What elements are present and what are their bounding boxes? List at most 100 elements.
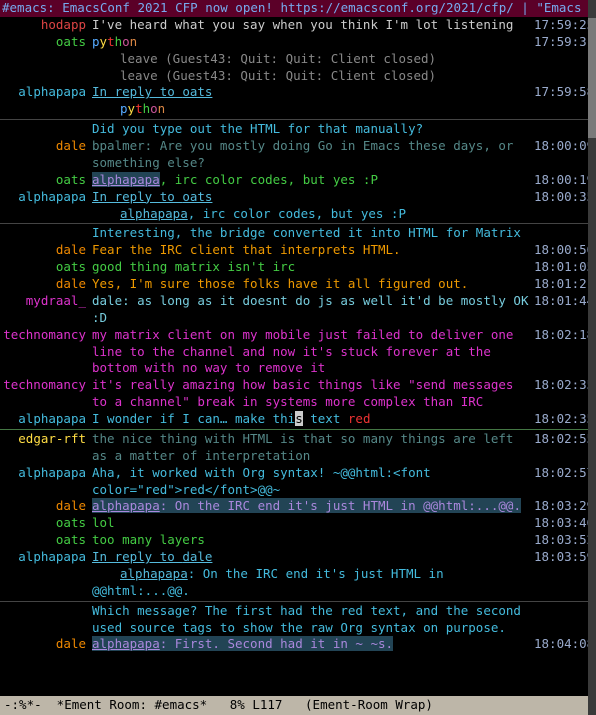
- timestamp: 18:03:46: [534, 515, 594, 532]
- timestamp: 18:03:29: [534, 498, 594, 515]
- nick: hodapp: [2, 17, 92, 34]
- timestamp: 18:03:59: [534, 549, 594, 566]
- nick: mydraal_: [2, 293, 92, 310]
- message-body: Which message? The first had the red tex…: [92, 603, 534, 637]
- message-body: bpalmer: Are you mostly doing Go in Emac…: [92, 138, 534, 172]
- scrollbar-thumb[interactable]: [588, 18, 596, 138]
- message-row: Interesting, the bridge converted it int…: [0, 225, 596, 242]
- timestamp: 18:00:50: [534, 242, 594, 259]
- timestamp: 18:00:09: [534, 138, 594, 155]
- timestamp: 18:00:35: [534, 189, 594, 206]
- message-row: oatslol18:03:46: [0, 515, 596, 532]
- nick: alphapapa: [2, 411, 92, 428]
- message-row: edgar-rftthe nice thing with HTML is tha…: [0, 431, 596, 465]
- message-body: I've heard what you say when you think I…: [92, 17, 534, 34]
- timestamp: 18:01:05: [534, 259, 594, 276]
- timestamp: 18:02:35: [534, 377, 594, 394]
- message-row: dalealphapapa: First. Second had it in ~…: [0, 636, 596, 653]
- message-row: oatstoo many layers18:03:52: [0, 532, 596, 549]
- timestamp: 17:59:58: [534, 84, 594, 101]
- message-row: oatsgood thing matrix isn't irc18:01:05: [0, 259, 596, 276]
- nick: alphapapa: [2, 549, 92, 566]
- message-row: alphapapaIn reply to dale18:03:59: [0, 549, 596, 566]
- message-row: oatsalphapapa, irc color codes, but yes …: [0, 172, 596, 189]
- message-body: alphapapa, irc color codes, but yes :P: [92, 206, 534, 223]
- message-row: dalealphapapa: On the IRC end it's just …: [0, 498, 596, 515]
- message-row: alphapapaI wonder if I can… make this te…: [0, 411, 596, 428]
- timestamp: 18:02:35: [534, 411, 594, 428]
- message-body: good thing matrix isn't irc: [92, 259, 534, 276]
- message-body: my matrix client on my mobile just faile…: [92, 327, 534, 378]
- message-body: Aha, it worked with Org syntax! ~@@html:…: [92, 465, 534, 499]
- message-row: Did you type out the HTML for that manua…: [0, 121, 596, 138]
- message-row: hodappI've heard what you say when you t…: [0, 17, 596, 34]
- message-body: lol: [92, 515, 534, 532]
- nick: dale: [2, 138, 92, 155]
- nick: alphapapa: [2, 465, 92, 482]
- nick: alphapapa: [2, 84, 92, 101]
- timestamp: 18:02:18: [534, 327, 594, 344]
- message-body: python: [92, 34, 534, 51]
- message-row: leave (Guest43: Quit: Quit: Client close…: [0, 68, 596, 85]
- mode-line: -:%*- *Ement Room: #emacs* 8% L117 (Emen…: [0, 696, 588, 715]
- message-body: Fear the IRC client that interprets HTML…: [92, 242, 534, 259]
- message-row: daleFear the IRC client that interprets …: [0, 242, 596, 259]
- timestamp: 18:00:19: [534, 172, 594, 189]
- separator: [0, 601, 596, 602]
- message-body: In reply to oats: [92, 84, 534, 101]
- message-body: alphapapa: On the IRC end it's just HTML…: [92, 498, 534, 515]
- message-body: the nice thing with HTML is that so many…: [92, 431, 534, 465]
- message-body: too many layers: [92, 532, 534, 549]
- separator: [0, 223, 596, 224]
- timestamp: 18:04:08: [534, 636, 594, 653]
- nick: oats: [2, 259, 92, 276]
- nick: dale: [2, 636, 92, 653]
- message-body: dale: as long as it doesnt do js as well…: [92, 293, 534, 327]
- timestamp: 17:59:25: [534, 17, 594, 34]
- nick: alphapapa: [2, 189, 92, 206]
- nick: technomancy: [2, 377, 92, 394]
- nick: edgar-rft: [2, 431, 92, 448]
- message-body: Did you type out the HTML for that manua…: [92, 121, 534, 138]
- nick: dale: [2, 242, 92, 259]
- message-row: alphapapaAha, it worked with Org syntax!…: [0, 465, 596, 499]
- message-body: Yes, I'm sure those folks have it all fi…: [92, 276, 534, 293]
- message-body: In reply to dale: [92, 549, 534, 566]
- message-body: leave (Guest43: Quit: Quit: Client close…: [92, 68, 534, 85]
- message-row: mydraal_dale: as long as it doesnt do js…: [0, 293, 596, 327]
- message-body: it's really amazing how basic things lik…: [92, 377, 534, 411]
- message-row: alphapapaIn reply to oats18:00:35: [0, 189, 596, 206]
- message-row: alphapapa: On the IRC end it's just HTML…: [0, 566, 596, 600]
- nick: oats: [2, 172, 92, 189]
- message-row: dalebpalmer: Are you mostly doing Go in …: [0, 138, 596, 172]
- nick: oats: [2, 515, 92, 532]
- timestamp: 18:03:52: [534, 532, 594, 549]
- timestamp: 18:02:55: [534, 431, 594, 448]
- message-row: technomancymy matrix client on my mobile…: [0, 327, 596, 378]
- message-body: leave (Guest43: Quit: Quit: Client close…: [92, 51, 534, 68]
- message-body: I wonder if I can… make this text red: [92, 411, 534, 428]
- nick: dale: [2, 498, 92, 515]
- message-body: alphapapa, irc color codes, but yes :P: [92, 172, 534, 189]
- timestamp: 18:01:44: [534, 293, 594, 310]
- message-list[interactable]: hodappI've heard what you say when you t…: [0, 17, 596, 653]
- message-row: technomancyit's really amazing how basic…: [0, 377, 596, 411]
- nick: dale: [2, 276, 92, 293]
- message-row: leave (Guest43: Quit: Quit: Client close…: [0, 51, 596, 68]
- timestamp: 17:59:31: [534, 34, 594, 51]
- separator: [0, 429, 596, 430]
- message-body: In reply to oats: [92, 189, 534, 206]
- message-row: Which message? The first had the red tex…: [0, 603, 596, 637]
- message-body: Interesting, the bridge converted it int…: [92, 225, 534, 242]
- message-body: python: [92, 101, 534, 118]
- message-row: alphapapa, irc color codes, but yes :P: [0, 206, 596, 223]
- channel-topic: #emacs: EmacsConf 2021 CFP now open! htt…: [0, 0, 596, 17]
- emacs-frame: { "topic": "#emacs: EmacsConf 2021 CFP n…: [0, 0, 596, 715]
- nick: oats: [2, 34, 92, 51]
- message-row: python: [0, 101, 596, 118]
- scrollbar-track[interactable]: [588, 0, 596, 715]
- message-row: daleYes, I'm sure those folks have it al…: [0, 276, 596, 293]
- nick: technomancy: [2, 327, 92, 344]
- message-body: alphapapa: On the IRC end it's just HTML…: [92, 566, 534, 600]
- timestamp: 18:01:21: [534, 276, 594, 293]
